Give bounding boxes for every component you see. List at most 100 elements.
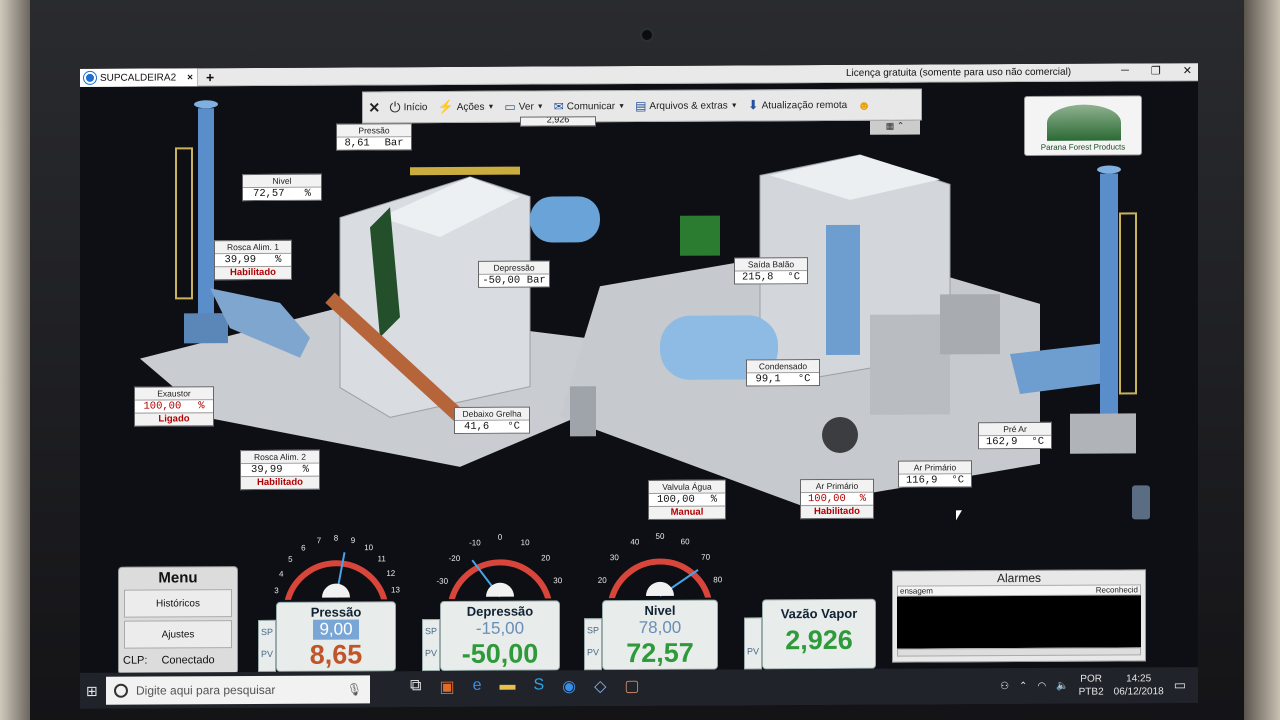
- panel-title: Depressão: [466, 603, 534, 619]
- tag-pressao[interactable]: Pressão 8,61 Bar: [336, 123, 412, 151]
- microphone-icon[interactable]: 🎙: [347, 682, 362, 696]
- tag-unit: °C: [1031, 435, 1045, 448]
- process-value: 8,65: [309, 639, 363, 670]
- gauge-nivel: 102030405060708090: [598, 532, 723, 599]
- sp-label: SP: [260, 626, 273, 637]
- tag-value-row: 39,99%: [241, 463, 319, 477]
- close-icon[interactable]: ✕: [1183, 64, 1192, 77]
- tag-condensado[interactable]: Condensado 99,1 °C: [746, 359, 820, 387]
- pv-label: PV: [586, 647, 599, 658]
- left-ladder: [175, 147, 193, 300]
- gauge-tick-label: 0: [498, 533, 503, 542]
- tag-title: Rosca Alim. 2: [241, 450, 319, 465]
- webcam: [640, 28, 654, 42]
- tag-value-row: 116,9 °C: [899, 474, 971, 487]
- package-icon[interactable]: ▢: [624, 676, 639, 696]
- alarms-col-ack[interactable]: Reconhecid: [1096, 585, 1138, 594]
- date: 06/12/2018: [1113, 686, 1164, 698]
- clp-status: CLP: Conectado: [119, 651, 237, 670]
- gauge-tick-label: 3: [274, 586, 279, 595]
- tag-value: 215,8: [741, 271, 774, 284]
- tag-ar-primario-temp[interactable]: Ar Primário 116,9 °C: [898, 460, 972, 488]
- alarms-scrollbar[interactable]: [897, 647, 1141, 657]
- gauge-tick-label: 4: [279, 569, 284, 578]
- task-view-icon[interactable]: ⧉: [410, 677, 421, 697]
- setpoint-value[interactable]: 9,00: [313, 619, 359, 640]
- tag-unit: °C: [797, 373, 811, 386]
- tag-value-row: 99,1 °C: [747, 373, 819, 386]
- windows-start-icon[interactable]: ⊞: [86, 683, 98, 700]
- chevron-up-icon[interactable]: ⌃: [1019, 680, 1027, 691]
- tag-rosca-2[interactable]: Rosca Alim. 2 39,99% Habilitado: [240, 449, 320, 491]
- language-indicator[interactable]: POR PTB2: [1079, 673, 1104, 699]
- mouse-cursor: [956, 510, 962, 521]
- taskbar-search[interactable]: Digite aqui para pesquisar 🎙: [106, 675, 370, 705]
- tag-value: 99,1: [755, 373, 781, 386]
- network-icon[interactable]: ◠: [1037, 680, 1046, 691]
- setpoint-value[interactable]: 78,00: [603, 618, 717, 639]
- window-controls: ─ ❐ ✕: [1121, 64, 1192, 77]
- gauge-tick-label: -30: [436, 577, 448, 586]
- clock[interactable]: 14:25 06/12/2018: [1114, 672, 1164, 698]
- file-explorer-icon[interactable]: ▬: [499, 677, 515, 697]
- tag-status: Habilitado: [801, 504, 873, 519]
- gauge-tick-label: 20: [598, 576, 607, 585]
- skype-icon[interactable]: S: [533, 676, 544, 696]
- panel-depressao: Depressão -15,00 -50,00: [440, 600, 560, 672]
- gauge-tick-label: 10: [364, 543, 373, 552]
- office-icon[interactable]: ▣: [439, 677, 454, 697]
- tag-value: 100,00: [143, 400, 182, 413]
- left-chimney-top: [194, 100, 218, 109]
- gauge-tick-label: -20: [449, 554, 461, 563]
- tag-valvula-agua[interactable]: Valvula Água 100,00% Manual: [648, 479, 726, 520]
- tab-close-icon[interactable]: ×: [187, 72, 193, 83]
- people-icon[interactable]: ⚇: [1000, 681, 1009, 692]
- teamviewer-icon[interactable]: ◉: [562, 676, 576, 696]
- alarms-col-message[interactable]: ensagem: [900, 586, 933, 595]
- tag-unit: Bar: [384, 137, 404, 150]
- right-chimney-top: [1097, 165, 1121, 174]
- background-wall-right: [1244, 0, 1280, 720]
- tag-value-row: 8,61 Bar: [337, 137, 411, 150]
- tag-status: Habilitado: [215, 265, 291, 280]
- maximize-icon[interactable]: ❐: [1151, 64, 1161, 77]
- tag-value-row: 100,00%: [649, 493, 725, 506]
- tag-unit: Bar: [526, 274, 546, 287]
- historicos-button[interactable]: Históricos: [124, 589, 232, 618]
- tag-pre-ar[interactable]: Pré Ar 162,9 °C: [978, 421, 1052, 450]
- notifications-icon[interactable]: ▭: [1174, 677, 1186, 693]
- setpoint-value[interactable]: -15,00: [441, 618, 559, 639]
- ajustes-button[interactable]: Ajustes: [124, 620, 232, 649]
- background-wall-left: [0, 0, 30, 720]
- scroll-widget[interactable]: [1132, 485, 1150, 520]
- tag-title: Exaustor: [135, 387, 213, 401]
- virtualbox-icon[interactable]: ◇: [594, 676, 606, 696]
- tag-ar-primario[interactable]: Ar Primário 100,00% Habilitado: [800, 478, 874, 520]
- tag-title: Depressão: [479, 261, 549, 275]
- tag-exaustor[interactable]: Exaustor 100,00% Ligado: [134, 386, 214, 427]
- minimize-icon[interactable]: ─: [1121, 64, 1129, 77]
- tag-value: -50,00: [482, 274, 521, 287]
- tag-title: Valvula Água: [649, 480, 725, 494]
- tag-depressao[interactable]: Depressão -50,00 Bar: [478, 260, 550, 288]
- tag-debaixo-grelha[interactable]: Debaixo Grelha 41,6 °C: [454, 406, 530, 434]
- volume-icon[interactable]: 🔈: [1056, 680, 1068, 691]
- tag-value: 39,99: [251, 463, 283, 477]
- gauge-tick-label: 50: [656, 532, 665, 541]
- gauge-tick-label: 30: [610, 553, 619, 562]
- tag-value: 72,57: [253, 187, 285, 201]
- tag-unit: %: [304, 187, 311, 200]
- menu-title: Menu: [158, 569, 198, 587]
- tab-supcaldeira2[interactable]: SUPCALDEIRA2 ×: [80, 68, 198, 87]
- tag-title: Pressão: [337, 124, 411, 138]
- gauge-hub: [646, 581, 674, 596]
- tag-rosca-1[interactable]: Rosca Alim. 1 39,99% Habilitado: [214, 239, 292, 281]
- tag-value: 162,9: [985, 436, 1018, 449]
- tag-nivel[interactable]: Nivel 72,57%: [242, 173, 322, 202]
- system-tray: ⚇ ⌃ ◠ 🔈 POR PTB2 14:25 06/12/2018 ▭: [1000, 672, 1186, 699]
- pv-label: PV: [260, 648, 273, 659]
- layout: PTB2: [1078, 686, 1104, 698]
- edge-icon[interactable]: e: [473, 677, 482, 697]
- tag-saida-balao[interactable]: Saída Balão 215,8 °C: [734, 257, 808, 285]
- new-tab-button[interactable]: +: [206, 69, 214, 85]
